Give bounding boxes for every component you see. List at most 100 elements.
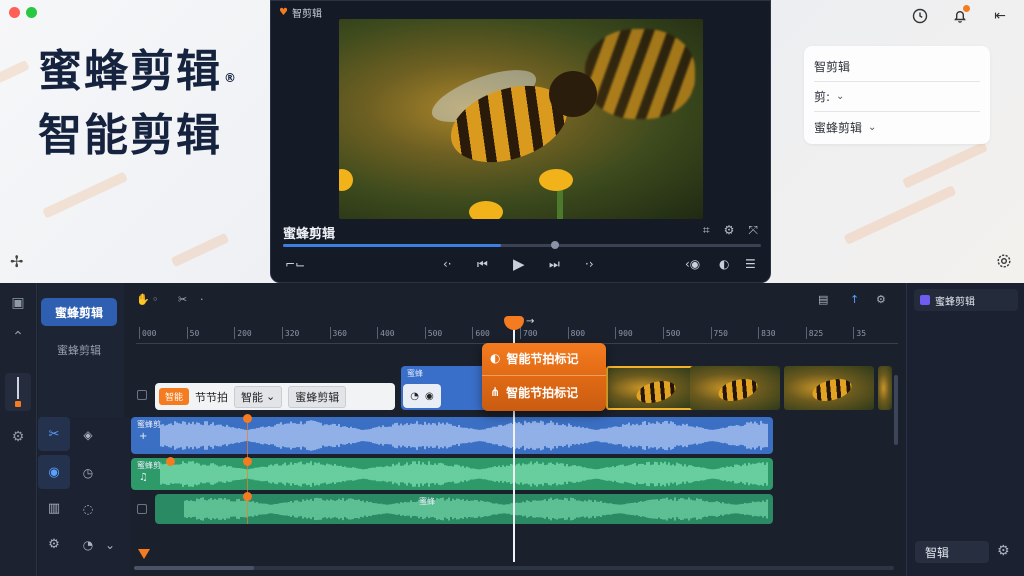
lock-icon[interactable]: ◔ bbox=[410, 391, 419, 402]
right-panel-header[interactable]: 蜜蜂剪辑 bbox=[914, 289, 1018, 311]
beat-marker[interactable] bbox=[243, 414, 252, 423]
forward-icon[interactable]: ·› bbox=[585, 257, 594, 271]
split-icon[interactable]: ✂ bbox=[178, 293, 187, 306]
audio-track-2[interactable]: 蜜蜂剪 ♫ bbox=[131, 458, 773, 490]
bell-icon[interactable] bbox=[950, 5, 970, 26]
scrub-bar[interactable] bbox=[283, 241, 761, 249]
previous-icon[interactable]: ⏮ bbox=[477, 257, 488, 272]
smart-dropdown[interactable]: 智能 ⌄ bbox=[234, 385, 283, 408]
settings-icon[interactable]: ⚙ bbox=[724, 223, 735, 238]
cut-track-button[interactable]: ✂ bbox=[38, 417, 70, 451]
add-icon[interactable]: + bbox=[139, 431, 147, 442]
preview-title-text: 智剪辑 bbox=[291, 9, 322, 20]
beat-chip-label: 节节拍 bbox=[195, 390, 229, 404]
window-controls bbox=[9, 7, 37, 18]
close-window-button[interactable] bbox=[9, 7, 20, 18]
background-bee bbox=[585, 29, 695, 119]
music-icon: ♫ bbox=[139, 472, 148, 483]
video-thumbnail[interactable] bbox=[606, 366, 696, 410]
beat-option-label: 智能节拍标记 bbox=[506, 385, 579, 400]
menu-icon[interactable]: ☰ bbox=[745, 257, 756, 271]
video-frame[interactable] bbox=[339, 19, 703, 219]
flower bbox=[339, 169, 353, 191]
rewind-icon[interactable]: ‹· bbox=[443, 257, 452, 271]
clock-icon[interactable]: ◷ bbox=[78, 463, 98, 483]
bee-edit-chip-label: 蜜蜂剪辑 bbox=[295, 390, 340, 404]
layout-icon[interactable]: ▣ bbox=[9, 295, 27, 311]
bee-edit-chip[interactable]: 蜜蜂剪辑 bbox=[288, 385, 347, 408]
maximize-window-button[interactable] bbox=[26, 7, 37, 18]
dot-icon: · bbox=[200, 293, 204, 306]
audio-track-1[interactable]: 蜜蜂剪 + bbox=[131, 417, 773, 454]
clock-icon[interactable] bbox=[910, 6, 930, 26]
track-controls: ✂ ◈ ◉ ◷ ▥ ◌ ⚙ ◔ ⌄ bbox=[38, 417, 130, 576]
split-view-button[interactable]: ▥ bbox=[38, 491, 70, 525]
horizontal-scrollbar[interactable] bbox=[134, 566, 894, 570]
audio-icon[interactable]: ◌ bbox=[78, 499, 98, 519]
ruler-tick: 830 bbox=[758, 327, 776, 339]
settings-icon[interactable]: ⚙ bbox=[9, 429, 27, 445]
fullscreen-icon[interactable]: ⤧ bbox=[748, 223, 758, 238]
ruler-tick: 750 bbox=[710, 327, 728, 339]
clip-controls[interactable]: ◔ ◉ bbox=[403, 384, 441, 408]
ruler-tick: 600 bbox=[472, 327, 490, 339]
chevron-down-icon[interactable]: ⌄ bbox=[100, 535, 120, 555]
eye-icon[interactable]: ◉ bbox=[425, 391, 434, 402]
cut-dropdown[interactable]: 剪: ⌄ bbox=[814, 82, 980, 112]
settings-icon[interactable]: ⚙ bbox=[997, 543, 1010, 559]
tab-bee-edit[interactable]: 蜜蜂剪辑 bbox=[41, 298, 117, 326]
save-icon[interactable]: ▤ bbox=[818, 293, 828, 306]
eye-track-button[interactable]: ◉ bbox=[38, 455, 70, 489]
upload-icon[interactable]: ↑ bbox=[850, 293, 859, 306]
track-checkbox[interactable] bbox=[137, 504, 147, 514]
settings-icon[interactable]: ⚙ bbox=[38, 527, 70, 561]
hand-icon[interactable]: ✋ bbox=[136, 293, 150, 306]
thumb-bee bbox=[810, 375, 854, 405]
beat-marker-option[interactable]: ⋔ 智能节拍标记 bbox=[490, 380, 578, 404]
rail-active-tool[interactable] bbox=[5, 373, 31, 411]
beat-chip[interactable]: 节节拍 bbox=[195, 389, 228, 405]
settings-icon[interactable]: ⚙ bbox=[876, 293, 886, 306]
visibility-icon[interactable]: ◈ bbox=[78, 425, 98, 445]
scroll-thumb[interactable] bbox=[134, 566, 254, 570]
ruler-tick: 500 bbox=[424, 327, 443, 339]
track-label: 蜜蜂 bbox=[419, 497, 435, 506]
ruler-tick: 400 bbox=[377, 327, 395, 339]
vertical-scrollbar[interactable] bbox=[894, 375, 898, 445]
video-thumbnail[interactable] bbox=[784, 366, 874, 410]
timer-icon[interactable]: ◔ bbox=[78, 535, 98, 555]
tab-secondary[interactable]: 蜜蜂剪辑 bbox=[41, 339, 117, 361]
beat-marker[interactable] bbox=[243, 457, 252, 466]
next-icon[interactable]: ⏭ bbox=[549, 257, 560, 272]
beat-marker[interactable] bbox=[243, 492, 252, 501]
video-thumbnail[interactable] bbox=[690, 366, 780, 410]
eye-icon[interactable]: ◐ bbox=[719, 257, 729, 271]
video-thumbnail[interactable] bbox=[878, 366, 892, 410]
ruler-tick: 800 bbox=[567, 327, 586, 339]
beat-marker-popup: ◐ 智能节拍标记 ⋔ 智能节拍标记 bbox=[482, 343, 606, 411]
waveform-icon: ⋔ bbox=[490, 385, 501, 399]
brand-line1: 蜜蜂剪辑 bbox=[38, 46, 222, 97]
brand-line2: 智能剪辑 bbox=[38, 110, 222, 161]
timeline-toolbar: ✋ ◦ ✂ · ▤ ↑ ⚙ bbox=[130, 289, 900, 311]
fit-icon[interactable]: ⌐⌙ bbox=[285, 257, 305, 271]
project-dropdown[interactable]: 蜜蜂剪辑 ⌄ bbox=[814, 112, 980, 142]
pin-icon[interactable]: ✢ bbox=[10, 252, 23, 271]
timeline-start-marker[interactable] bbox=[138, 549, 150, 559]
beat-marker[interactable] bbox=[166, 457, 175, 466]
settings-icon[interactable] bbox=[996, 253, 1012, 273]
media-icon bbox=[920, 295, 930, 305]
chevron-down-icon: ⌄ bbox=[266, 390, 276, 403]
beat-marker-option[interactable]: ◐ 智能节拍标记 bbox=[490, 346, 579, 370]
thumb-bee bbox=[716, 375, 760, 405]
collapse-icon[interactable]: ⇤ bbox=[990, 6, 1010, 26]
ruler-tick: 825 bbox=[805, 327, 824, 339]
scrub-handle[interactable] bbox=[551, 241, 560, 249]
crop-icon[interactable]: ⌗ bbox=[703, 223, 710, 238]
track-checkbox[interactable] bbox=[137, 390, 147, 400]
smart-edit-button[interactable]: 智辑 bbox=[915, 541, 989, 563]
play-icon[interactable]: ▶ bbox=[513, 255, 525, 273]
volume-icon[interactable]: ‹◉ bbox=[685, 257, 700, 271]
smart-badge[interactable]: 智能 bbox=[159, 388, 190, 405]
chevron-up-icon[interactable]: ⌃ bbox=[9, 329, 27, 345]
